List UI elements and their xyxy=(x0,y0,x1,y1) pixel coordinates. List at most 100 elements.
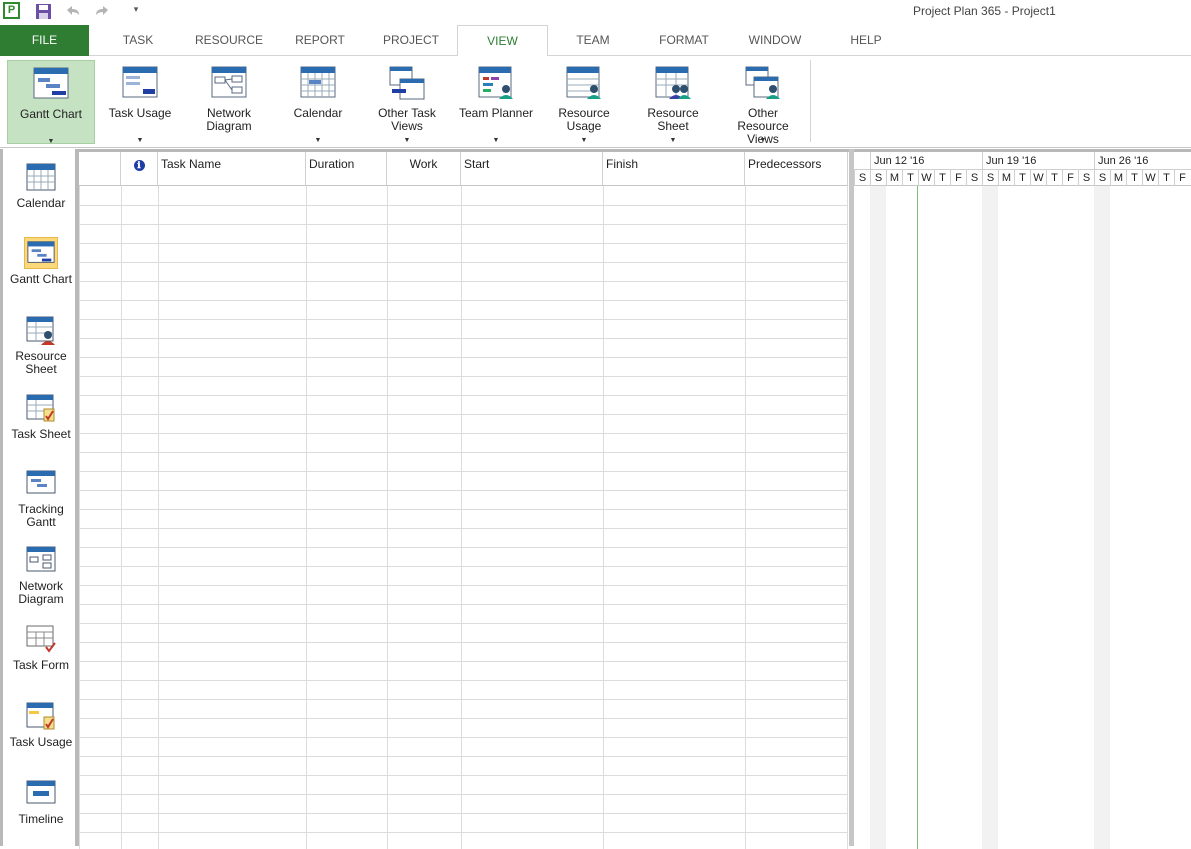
grid-row-line xyxy=(79,509,848,510)
tab-format[interactable]: FORMAT xyxy=(645,25,723,56)
resource-sheet-button[interactable]: Resource Sheet ▼ xyxy=(630,60,716,144)
task-usage-icon xyxy=(122,66,158,98)
nonworking-time-shade xyxy=(870,186,886,849)
grid-row-line xyxy=(79,794,848,795)
team-planner-button[interactable]: Team Planner ▼ xyxy=(455,60,537,144)
network-diagram-label: Network Diagram xyxy=(206,106,252,133)
viewbar-item-label: Resource Sheet xyxy=(15,349,67,376)
task-usage-icon xyxy=(26,702,55,730)
other-resource-views-button[interactable]: Other Resource Views ▼ xyxy=(720,60,806,146)
viewbar-item-gantt-chart[interactable]: Gantt Chart xyxy=(3,237,79,286)
viewbar-item-network-diagram[interactable]: Network Diagram xyxy=(3,544,79,606)
grid-row-line xyxy=(79,813,848,814)
tab-view[interactable]: VIEW xyxy=(457,25,548,57)
timescale-day: M xyxy=(998,170,1014,186)
table-grid[interactable] xyxy=(79,186,848,849)
viewbar-item-resource-sheet[interactable]: Resource Sheet xyxy=(3,314,79,376)
network-diagram-icon xyxy=(26,546,56,572)
column-header-indicators[interactable]: ℹ xyxy=(121,152,158,186)
customize-quick-access-icon[interactable]: ▾ xyxy=(129,4,143,22)
grid-row-line xyxy=(79,281,848,282)
resource-sheet-label: Resource Sheet xyxy=(647,106,699,133)
viewbar-item-task-sheet[interactable]: Task Sheet xyxy=(3,392,79,441)
timescale-day: T xyxy=(1046,170,1062,186)
timescale-day: T xyxy=(902,170,918,186)
column-header-task-name[interactable]: Task Name xyxy=(158,152,306,186)
chevron-down-icon: ▼ xyxy=(759,137,767,144)
tab-team[interactable]: TEAM xyxy=(556,25,630,56)
grid-row-line xyxy=(79,205,848,206)
grid-row-line xyxy=(79,699,848,700)
viewbar-item-label: Tracking Gantt xyxy=(18,502,64,529)
grid-row-line xyxy=(79,243,848,244)
team-planner-label: Team Planner xyxy=(458,106,534,120)
column-header-duration[interactable]: Duration xyxy=(306,152,387,186)
viewbar-item-calendar[interactable]: Calendar xyxy=(3,161,79,210)
chevron-down-icon: ▼ xyxy=(669,137,677,144)
grid-row-line xyxy=(79,585,848,586)
task-table[interactable]: ℹ Task Name Duration Work Start Finish P… xyxy=(79,149,849,849)
resource-usage-label: Resource Usage xyxy=(558,106,610,133)
grid-row-line xyxy=(79,680,848,681)
redo-icon[interactable] xyxy=(92,3,112,21)
tab-file[interactable]: FILE xyxy=(0,25,89,56)
tab-resource[interactable]: RESOURCE xyxy=(186,25,272,56)
grid-column-line xyxy=(158,186,159,849)
chevron-down-icon: ▼ xyxy=(403,137,411,144)
column-header-work[interactable]: Work xyxy=(387,152,461,186)
resource-usage-button[interactable]: Resource Usage ▼ xyxy=(543,60,625,144)
column-header-start[interactable]: Start xyxy=(461,152,603,186)
calendar-icon xyxy=(300,66,336,98)
calendar-button[interactable]: Calendar ▼ xyxy=(277,60,359,144)
grid-column-line xyxy=(306,186,307,849)
viewbar-item-label: Task Form xyxy=(12,658,69,672)
grid-column-line xyxy=(847,186,848,849)
gantt-chart-area[interactable]: Jun 12 '16 Jun 19 '16 Jun 26 '16 SSMTWTF… xyxy=(854,149,1191,849)
viewbar-item-task-usage[interactable]: Task Usage xyxy=(3,700,79,749)
tab-help[interactable]: HELP xyxy=(836,25,896,56)
other-task-views-icon xyxy=(389,66,425,100)
timescale-day: F xyxy=(1062,170,1078,186)
grid-row-line xyxy=(79,661,848,662)
tab-task[interactable]: TASK xyxy=(100,25,176,56)
other-task-views-button[interactable]: Other Task Views ▼ xyxy=(366,60,448,144)
timescale-day: W xyxy=(1142,170,1158,186)
grid-row-line xyxy=(79,471,848,472)
timescale-day: S xyxy=(1078,170,1094,186)
tab-project[interactable]: PROJECT xyxy=(370,25,452,56)
viewbar-item-tracking-gantt[interactable]: Tracking Gantt xyxy=(3,467,79,529)
other-task-views-label: Other Task Views xyxy=(378,106,436,133)
view-bar: Calendar Gantt Chart Resource Sheet Task… xyxy=(0,149,79,846)
grid-row-line xyxy=(79,224,848,225)
team-planner-icon xyxy=(478,66,513,99)
viewbar-item-label: Network Diagram xyxy=(18,579,64,606)
grid-row-line xyxy=(79,433,848,434)
chevron-down-icon: ▼ xyxy=(580,137,588,144)
task-usage-label: Task Usage xyxy=(108,106,172,120)
task-usage-button[interactable]: Task Usage ▼ xyxy=(99,60,181,144)
grid-row-line xyxy=(79,300,848,301)
gantt-chart-button[interactable]: Gantt Chart ▼ xyxy=(7,60,95,145)
resource-sheet-icon xyxy=(655,66,691,99)
viewbar-item-task-form[interactable]: Task Form xyxy=(3,623,79,672)
tab-report[interactable]: REPORT xyxy=(280,25,360,56)
grid-row-line xyxy=(79,604,848,605)
column-header-row-id[interactable] xyxy=(79,152,121,186)
ribbon-tabs: FILE TASK RESOURCE REPORT PROJECT VIEW T… xyxy=(0,25,1191,57)
resource-usage-icon xyxy=(566,66,601,99)
column-header-predecessors[interactable]: Predecessors xyxy=(745,152,848,186)
save-icon[interactable] xyxy=(34,3,54,21)
grid-row-line xyxy=(79,357,848,358)
grid-row-line xyxy=(79,262,848,263)
timescale-day: S xyxy=(1094,170,1110,186)
gantt-chart-icon xyxy=(33,67,69,99)
tab-window[interactable]: WINDOW xyxy=(735,25,815,56)
timescale-day: M xyxy=(886,170,902,186)
viewbar-item-timeline[interactable]: Timeline xyxy=(3,777,79,826)
undo-icon[interactable] xyxy=(63,3,83,21)
column-header-finish[interactable]: Finish xyxy=(603,152,745,186)
network-diagram-button[interactable]: Network Diagram xyxy=(188,60,270,144)
table-header: ℹ Task Name Duration Work Start Finish P… xyxy=(79,152,848,186)
grid-row-line xyxy=(79,566,848,567)
viewbar-item-label: Task Usage xyxy=(9,735,73,749)
